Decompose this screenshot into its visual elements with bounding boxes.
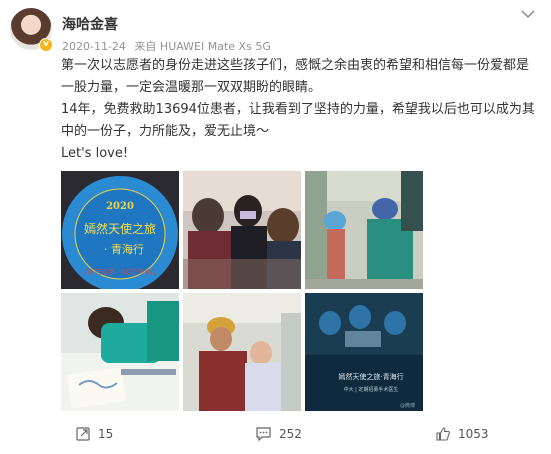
photo-elderly-woman-child[interactable]: [183, 293, 301, 411]
like-button[interactable]: 1053: [436, 427, 489, 441]
like-count: 1053: [458, 427, 489, 441]
post-text: 第一次以志愿者的身份走进这些孩子们，感慨之余由衷的希望和相信每一份爱都是一股力量…: [61, 55, 539, 165]
photo-crowd[interactable]: [183, 171, 301, 289]
image-watermark: @微博: [400, 402, 415, 409]
like-icon: [436, 427, 450, 441]
username[interactable]: 海哈金喜: [62, 14, 118, 34]
banner-subtitle: 中大 | 定期招募手术医生: [344, 386, 399, 393]
post-paragraph: 第一次以志愿者的身份走进这些孩子们，感慨之余由衷的希望和相信每一份爱都是一股力量…: [61, 58, 530, 95]
action-bar: 15 252 1053: [0, 416, 551, 454]
repost-icon: [76, 427, 90, 441]
photo-child-drawing[interactable]: [61, 293, 179, 411]
photo-banner[interactable]: 嫣然天使之旅·青海行 中大 | 定期招募手术医生 @微博: [305, 293, 423, 411]
repost-button[interactable]: 15: [76, 427, 113, 441]
comment-button[interactable]: 252: [256, 427, 302, 441]
badge-year: 2020: [106, 201, 134, 212]
repost-count: 15: [98, 427, 114, 441]
post-meta: 2020-11-24 来自 HUAWEI Mate Xs 5G: [62, 38, 276, 54]
verified-badge: v: [39, 38, 53, 52]
photo-badge[interactable]: 2020 嫣然天使之旅 · 青海行 我们在这里，我们在你身边: [61, 171, 179, 289]
badge-subtitle: · 青海行: [104, 242, 144, 256]
photo-hospital-corridor[interactable]: [305, 171, 423, 289]
badge-title: 嫣然天使之旅: [84, 221, 156, 236]
more-icon[interactable]: [519, 8, 537, 20]
weibo-post-card: v 海哈金喜 2020-11-24 来自 HUAWEI Mate Xs 5G 第…: [0, 0, 551, 454]
badge-ring-text: 我们在这里，我们在你身边: [84, 268, 156, 276]
post-date[interactable]: 2020-11-24: [62, 40, 126, 53]
post-source: 来自 HUAWEI Mate Xs 5G: [134, 40, 271, 53]
banner-title: 嫣然天使之旅·青海行: [338, 372, 403, 381]
comment-icon: [256, 427, 271, 441]
post-paragraph: Let's love!: [61, 146, 129, 161]
post-paragraph: 14年，免费救助13694位患者，让我看到了坚持的力量，希望我以后也可以成为其中…: [61, 102, 535, 139]
comment-count: 252: [279, 427, 302, 441]
